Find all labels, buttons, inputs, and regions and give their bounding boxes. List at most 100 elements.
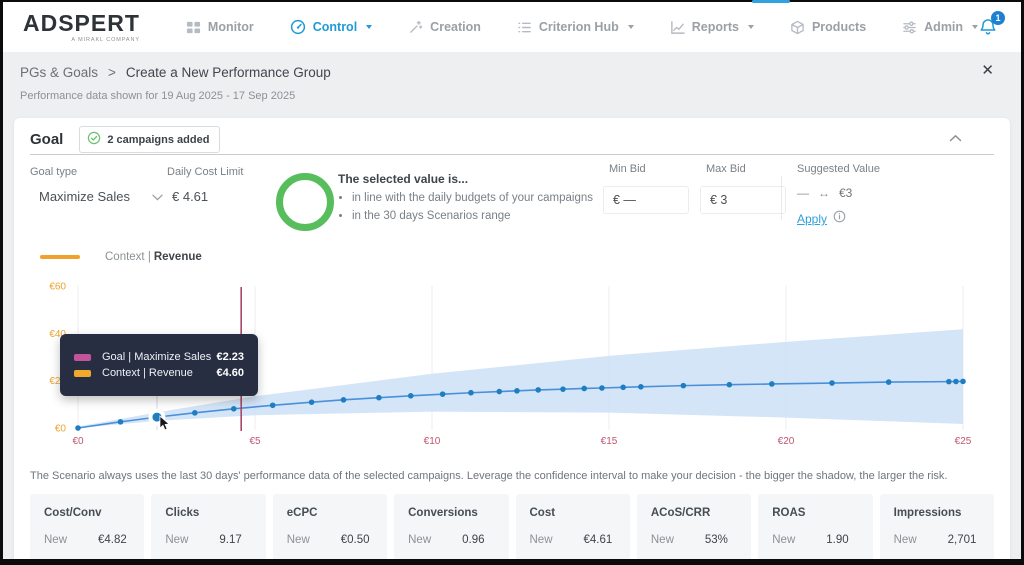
stat-title: ACoS/CRR xyxy=(650,507,711,519)
tooltip-label: Context | Revenue xyxy=(102,367,193,379)
context-series-swatch xyxy=(74,369,91,377)
stat-period: New xyxy=(650,534,674,546)
range-to: €3 xyxy=(839,186,853,200)
breadcrumb-separator: > xyxy=(108,65,116,80)
suggested-value-field: Suggested Value — ↔ €3 Apply xyxy=(797,163,880,228)
stat-card-impressions: Impressions New 2,701 xyxy=(879,494,994,559)
stat-value: 2,701 xyxy=(947,534,977,546)
notifications-bell-icon[interactable]: 1 xyxy=(978,11,1006,37)
breadcrumb: PGs & Goals > Create a New Performance G… xyxy=(20,65,331,80)
logo-wordmark: ADSPERT xyxy=(23,9,140,36)
campaigns-added-badge: 2 campaigns added xyxy=(79,126,221,153)
stat-value: €4.82 xyxy=(98,534,127,546)
breadcrumb-section[interactable]: PGs & Goals xyxy=(20,65,98,80)
chart-legend: Context | Revenue xyxy=(40,251,202,263)
nav-item-admin[interactable]: Admin xyxy=(902,20,979,35)
min-bid-input[interactable]: € — xyxy=(603,186,689,214)
close-icon[interactable]: ✕ xyxy=(981,63,994,78)
nav-label: Monitor xyxy=(207,20,254,34)
stat-title: Cost/Conv xyxy=(44,507,102,519)
goal-type-select[interactable]: Maximize Sales xyxy=(30,189,163,204)
magic-wand-icon xyxy=(408,20,423,35)
goal-type-field: Goal type Maximize Sales xyxy=(30,166,163,204)
forecast-stats-row: Cost/Conv New €4.82 Clicks New 9.17 eCPC N… xyxy=(30,494,994,559)
svg-text:€5: €5 xyxy=(249,436,261,447)
stat-value: €0.50 xyxy=(340,534,370,546)
stat-title: Impressions xyxy=(893,507,962,519)
left-right-arrow-icon: ↔ xyxy=(818,186,830,200)
tooltip-row-goal: Goal | Maximize Sales €2.23 xyxy=(74,351,244,363)
chevron-down-icon xyxy=(747,25,754,29)
monitor-grid-icon xyxy=(186,20,201,35)
stat-value: 1.90 xyxy=(826,534,849,546)
sliders-icon xyxy=(902,20,917,35)
svg-text:€25: €25 xyxy=(955,436,972,447)
stat-period: New xyxy=(893,534,917,546)
stat-title: Cost xyxy=(529,507,556,519)
stat-value: 0.96 xyxy=(462,534,485,546)
nav-item-monitor[interactable]: Monitor xyxy=(186,20,254,35)
chevron-down-icon xyxy=(627,25,634,29)
goal-panel: Goal 2 campaigns added Goal type Maximiz… xyxy=(14,118,1010,559)
stat-value: 9.17 xyxy=(219,534,242,546)
tooltip-row-context: Context | Revenue €4.60 xyxy=(74,367,244,379)
tooltip-value: €2.23 xyxy=(216,351,244,363)
svg-text:€0: €0 xyxy=(55,424,67,435)
daily-cost-limit-label: Daily Cost Limit xyxy=(167,166,244,178)
validation-ring-indicator xyxy=(276,173,334,231)
tooltip-label: Goal | Maximize Sales xyxy=(102,351,212,363)
max-bid-field: Max Bid € 3 xyxy=(700,163,786,214)
daily-cost-limit-input[interactable]: € 4.61 xyxy=(167,189,243,204)
campaigns-added-label: 2 campaigns added xyxy=(107,133,210,146)
svg-text:€60: €60 xyxy=(49,282,66,293)
app-viewport: ADSPERT A MIRAKL COMPANY Monitor Control… xyxy=(3,2,1021,559)
legend-metric-part: Revenue xyxy=(153,251,202,263)
nav-label: Criterion Hub xyxy=(538,20,619,34)
page-subheader: PGs & Goals > Create a New Performance G… xyxy=(3,52,1021,118)
date-range-note: Performance data shown for 19 Aug 2025 -… xyxy=(20,90,296,102)
max-bid-label: Max Bid xyxy=(706,163,746,175)
stat-card-conversions: Conversions New 0.96 xyxy=(394,494,509,559)
stat-period: New xyxy=(408,534,432,546)
validation-bullet: in line with the daily budgets of your c… xyxy=(352,190,593,208)
apply-link[interactable]: Apply xyxy=(797,212,827,226)
validation-title: The selected value is... xyxy=(338,172,469,186)
svg-text:€20: €20 xyxy=(778,436,795,447)
nav-item-control[interactable]: Control xyxy=(290,19,373,35)
stat-period: New xyxy=(286,534,310,546)
cube-icon xyxy=(790,20,805,35)
nav-item-creation[interactable]: Creation xyxy=(408,20,481,35)
header-divider xyxy=(30,154,994,155)
max-bid-input[interactable]: € 3 xyxy=(700,186,786,214)
nav-item-reports[interactable]: Reports xyxy=(670,20,754,35)
svg-text:€0: €0 xyxy=(72,436,84,447)
nav-label: Control xyxy=(312,20,358,34)
daily-cost-limit-field: Daily Cost Limit € 4.61 xyxy=(167,166,243,204)
min-bid-label: Min Bid xyxy=(609,163,646,175)
info-icon[interactable] xyxy=(833,210,846,228)
collapse-chevron-up-icon[interactable] xyxy=(949,129,962,147)
suggested-value-label: Suggested Value xyxy=(797,163,880,175)
adspert-logo[interactable]: ADSPERT A MIRAKL COMPANY xyxy=(23,9,140,43)
chevron-down-icon xyxy=(366,25,373,29)
nav-item-products[interactable]: Products xyxy=(790,20,866,35)
stat-title: ROAS xyxy=(772,507,806,519)
nav-label: Admin xyxy=(924,20,964,34)
min-bid-field: Min Bid € — xyxy=(603,163,689,214)
goal-type-label: Goal type xyxy=(30,166,78,178)
svg-text:€10: €10 xyxy=(424,436,441,447)
selected-value-validation: The selected value is... in line with th… xyxy=(338,172,593,226)
nav-item-criterion-hub[interactable]: Criterion Hub xyxy=(517,20,634,35)
validation-bullet: in the 30 days Scenarios range xyxy=(352,208,593,226)
svg-text:€15: €15 xyxy=(601,436,618,447)
chart-tooltip: Goal | Maximize Sales €2.23 Context | Re… xyxy=(60,334,258,396)
stat-card-clicks: Clicks New 9.17 xyxy=(151,494,266,559)
topbar-actions: 1 A ? AN xyxy=(978,11,1021,41)
revenue-legend-swatch xyxy=(40,255,80,259)
top-navigation-bar: ADSPERT A MIRAKL COMPANY Monitor Control… xyxy=(3,2,1021,52)
goal-panel-header: Goal 2 campaigns added xyxy=(30,126,221,153)
stat-card-cost: Cost New €4.61 xyxy=(515,494,630,559)
goal-series-swatch xyxy=(74,353,91,361)
range-from: — xyxy=(797,186,809,200)
goal-type-selected-value: Maximize Sales xyxy=(39,189,131,204)
